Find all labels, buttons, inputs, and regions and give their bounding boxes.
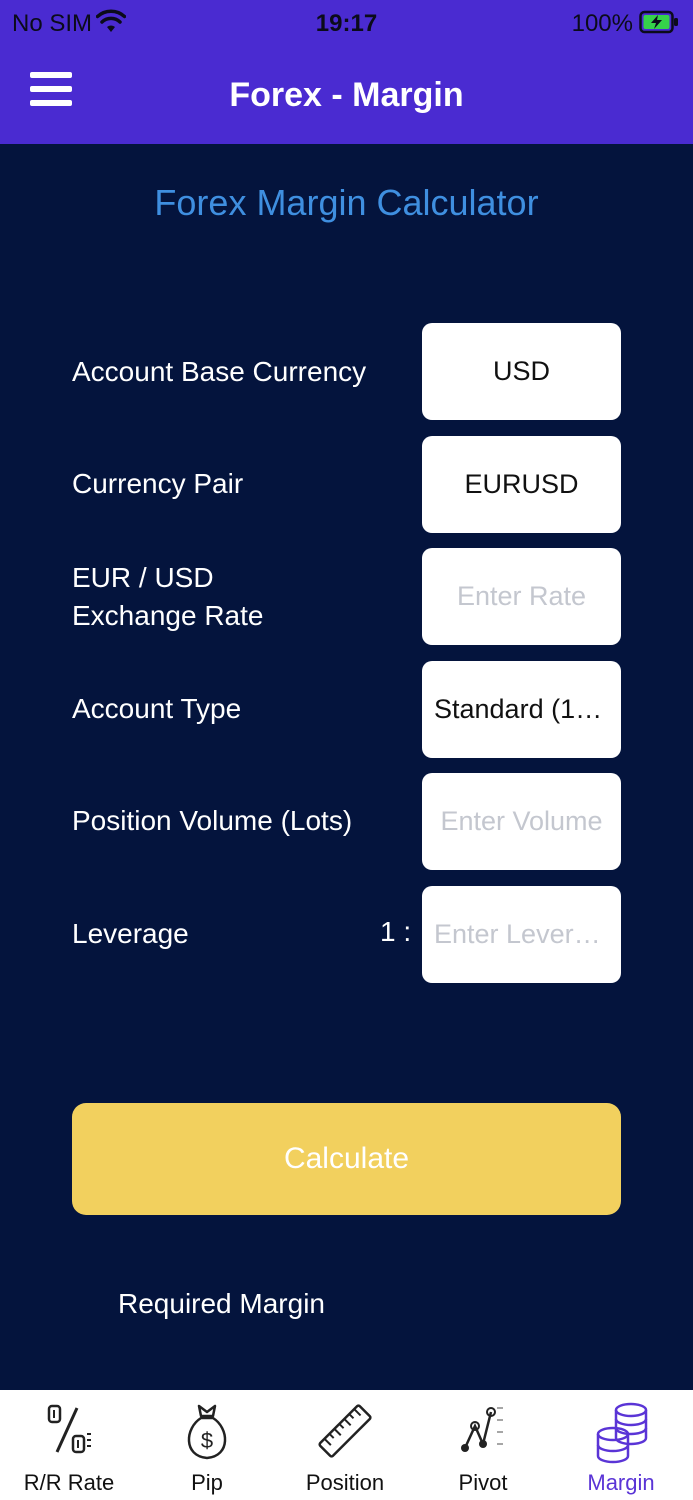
leverage-input[interactable]: Enter Levera... — [422, 886, 621, 983]
exchange-rate-input[interactable]: Enter Rate — [422, 548, 621, 645]
base-currency-select[interactable]: USD — [422, 323, 621, 420]
currency-pair-label: Currency Pair — [72, 468, 244, 499]
tab-pivot[interactable]: Pivot — [414, 1390, 552, 1500]
percent-icon — [47, 1404, 91, 1454]
coins-stack-icon — [596, 1402, 648, 1464]
tab-pip[interactable]: $ Pip — [138, 1390, 276, 1500]
tab-bar: R/R Rate $ Pip Position Pivot Margin — [0, 1390, 693, 1500]
required-margin-label: Required Margin — [118, 1288, 325, 1319]
currency-pair-select[interactable]: EURUSD — [422, 436, 621, 533]
tab-position[interactable]: Position — [276, 1390, 414, 1500]
exchange-rate-label-pair: EUR / USD — [72, 562, 214, 593]
svg-text:$: $ — [201, 1428, 213, 1453]
exchange-rate-label: EUR / USD Exchange Rate — [72, 559, 263, 635]
ruler-icon — [318, 1404, 372, 1458]
calculator-heading: Forex Margin Calculator — [154, 182, 539, 223]
position-volume-input[interactable]: Enter Volume — [422, 773, 621, 870]
leverage-label: Leverage — [72, 918, 189, 949]
battery-charging-icon — [639, 10, 678, 34]
calculate-button[interactable]: Calculate — [72, 1103, 621, 1215]
nav-title: Forex - Margin — [229, 76, 464, 114]
base-currency-value: USD — [492, 356, 550, 386]
tab-label: Margin — [587, 1470, 655, 1495]
exchange-rate-placeholder: Enter Rate — [456, 581, 587, 611]
exchange-rate-label-text: Exchange Rate — [72, 600, 264, 631]
base-currency-label: Account Base Currency — [72, 356, 367, 387]
tab-label: Pip — [191, 1470, 223, 1495]
currency-pair-value: EURUSD — [464, 469, 579, 499]
leverage-placeholder: Enter Levera... — [434, 919, 609, 949]
nav-bar: Forex - Margin — [0, 50, 693, 144]
leverage-prefix: 1 : — [380, 916, 412, 947]
position-volume-label: Position Volume (Lots) — [72, 805, 353, 836]
tab-margin[interactable]: Margin — [552, 1390, 690, 1500]
tab-label: Pivot — [458, 1470, 508, 1495]
account-type-value: Standard (1 L... — [434, 694, 609, 724]
tab-label: R/R Rate — [23, 1470, 115, 1495]
pivot-chart-icon — [461, 1407, 503, 1452]
position-volume-placeholder: Enter Volume — [440, 806, 603, 836]
battery-percent: 100% — [571, 10, 633, 37]
tab-rr-rate[interactable]: R/R Rate — [0, 1390, 138, 1500]
account-type-select[interactable]: Standard (1 L... — [422, 661, 621, 758]
money-bag-icon: $ — [187, 1404, 227, 1460]
account-type-label: Account Type — [72, 693, 242, 724]
status-bar: No SIM 19:17 100% — [0, 0, 693, 50]
tab-label: Position — [305, 1470, 385, 1495]
